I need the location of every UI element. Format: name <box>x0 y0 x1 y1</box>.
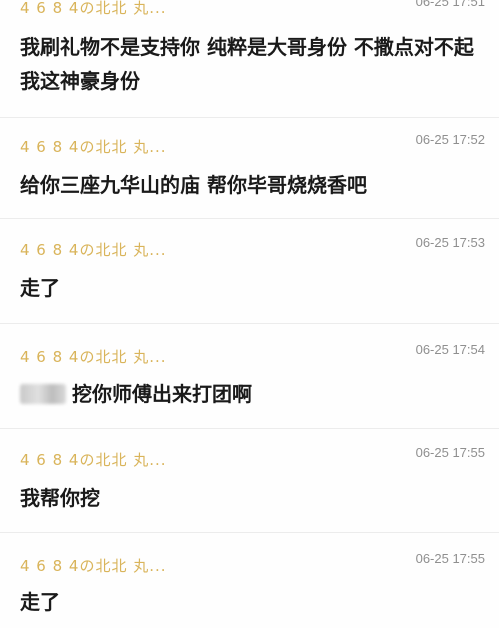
comment-item[interactable]: 4 6 8 4の北北 丸... 06-25 17:52 给你三座九华山的庙 帮你… <box>0 118 499 219</box>
comment-item[interactable]: 4 6 8 4の北北 丸... 06-25 17:55 我帮你挖 <box>0 429 499 533</box>
comment-text: 给你三座九华山的庙 帮你毕哥烧烧香吧 <box>20 173 367 197</box>
comment-timestamp: 06-25 17:51 <box>415 0 485 9</box>
comment-username[interactable]: 4 6 8 4の北北 丸... <box>20 0 167 18</box>
comment-username[interactable]: 4 6 8 4の北北 丸... <box>20 449 167 470</box>
comment-username[interactable]: 4 6 8 4の北北 丸... <box>20 555 167 576</box>
comment-content: 挖你师傅出来打团啊 <box>20 377 485 411</box>
comment-timestamp: 06-25 17:54 <box>415 342 485 357</box>
comment-item[interactable]: 4 6 8 4の北北 丸... 06-25 17:51 我刷礼物不是支持你 纯粹… <box>0 0 499 118</box>
comment-timestamp: 06-25 17:53 <box>415 235 485 250</box>
comment-text: 走了 <box>20 276 60 300</box>
comment-text: 我刷礼物不是支持你 纯粹是大哥身份 不撒点对不起我这神豪身份 <box>20 35 474 93</box>
comment-timestamp: 06-25 17:55 <box>415 445 485 460</box>
comment-timestamp: 06-25 17:52 <box>415 132 485 147</box>
comment-text: 挖你师傅出来打团啊 <box>72 382 252 406</box>
comment-text: 走了 <box>20 590 60 614</box>
comment-feed: 4 6 8 4の北北 丸... 06-25 17:51 我刷礼物不是支持你 纯粹… <box>0 0 499 628</box>
redacted-mention <box>20 384 66 404</box>
comment-item[interactable]: 4 6 8 4の北北 丸... 06-25 17:53 走了 <box>0 219 499 324</box>
comment-timestamp: 06-25 17:55 <box>415 551 485 566</box>
comment-item[interactable]: 4 6 8 4の北北 丸... 06-25 17:55 走了 <box>0 533 499 628</box>
comment-item[interactable]: 4 6 8 4の北北 丸... 06-25 17:54 挖你师傅出来打团啊 <box>0 324 499 429</box>
comment-username[interactable]: 4 6 8 4の北北 丸... <box>20 346 167 367</box>
comment-username[interactable]: 4 6 8 4の北北 丸... <box>20 239 167 260</box>
comment-text: 我帮你挖 <box>20 486 100 510</box>
comment-username[interactable]: 4 6 8 4の北北 丸... <box>20 136 167 157</box>
